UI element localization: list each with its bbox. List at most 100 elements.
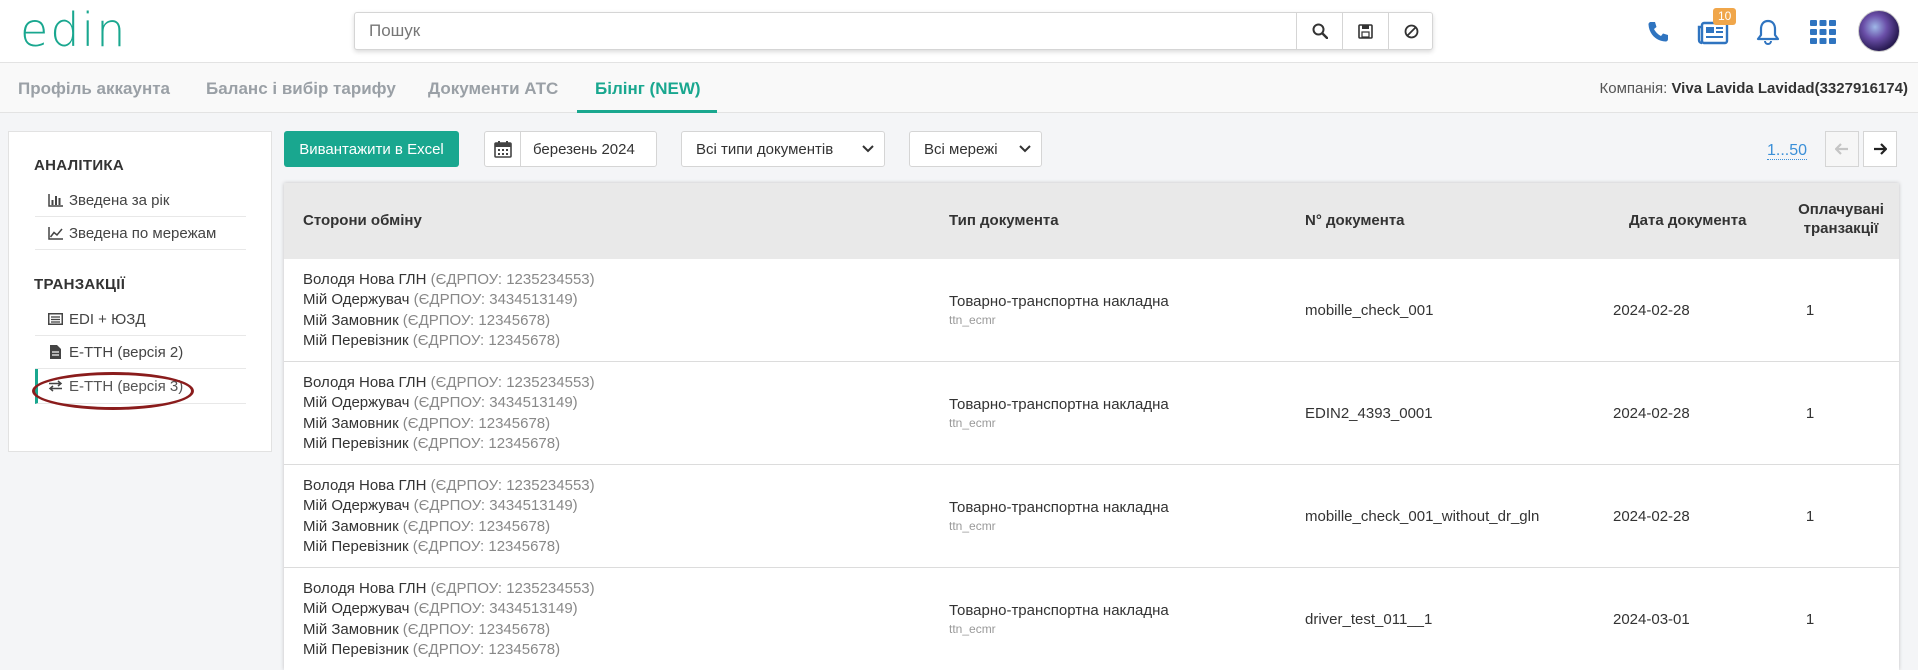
party-code: (ЄДРПОУ: 12345678): [402, 312, 551, 329]
bar-chart-icon: [47, 193, 63, 207]
party-name: Володя Нова ГЛН: [303, 477, 427, 494]
col-header-parties[interactable]: Сторони обміну: [303, 212, 422, 229]
col-header-paid[interactable]: Оплачувані транзакції: [1791, 201, 1891, 237]
party-name: Мій Замовник: [303, 415, 399, 432]
party-code: (ЄДРПОУ: 1235234553): [430, 374, 595, 391]
party-line: Мій Перевізник (ЄДРПОУ: 12345678): [303, 641, 560, 658]
party-line: Мій Перевізник (ЄДРПОУ: 12345678): [303, 435, 560, 452]
export-excel-button[interactable]: Вивантажити в Excel: [284, 131, 459, 167]
doc-number: mobille_check_001_without_dr_gln: [1305, 508, 1540, 525]
doc-subtype: ttn_ecmr: [949, 519, 996, 533]
doc-subtype: ttn_ecmr: [949, 622, 996, 636]
doc-type-filter-select[interactable]: Всі типи документів: [681, 131, 885, 167]
party-line: Мій Замовник (ЄДРПОУ: 12345678): [303, 312, 550, 329]
party-name: Мій Перевізник: [303, 641, 409, 658]
transactions-section-title: ТРАНЗАКЦІЇ: [34, 276, 126, 293]
tab-billing-new[interactable]: Білінг (NEW): [595, 79, 701, 99]
table-row[interactable]: Володя Нова ГЛН (ЄДРПОУ: 1235234553) Мій…: [284, 259, 1899, 362]
user-avatar[interactable]: [1858, 10, 1900, 52]
table-row[interactable]: Володя Нова ГЛН (ЄДРПОУ: 1235234553) Мій…: [284, 362, 1899, 465]
search-input[interactable]: [355, 13, 1296, 49]
next-page-button[interactable]: [1863, 131, 1897, 167]
tab-balance-tariff[interactable]: Баланс і вибір тарифу: [206, 79, 396, 99]
network-filter-select[interactable]: Всі мережі: [909, 131, 1042, 167]
party-code: (ЄДРПОУ: 1235234553): [430, 580, 595, 597]
party-code: (ЄДРПОУ: 3434513149): [413, 497, 578, 514]
account-tabs-bar: Профіль аккаунта Баланс і вибір тарифу Д…: [0, 63, 1918, 113]
doc-type-filter-value: Всі типи документів: [696, 140, 834, 158]
doc-subtype: ttn_ecmr: [949, 416, 996, 430]
table-row[interactable]: Володя Нова ГЛН (ЄДРПОУ: 1235234553) Мій…: [284, 568, 1899, 670]
pagination-range[interactable]: 1...50: [1767, 142, 1808, 160]
network-filter-value: Всі мережі: [924, 140, 998, 158]
party-code: (ЄДРПОУ: 12345678): [412, 332, 561, 349]
save-search-button[interactable]: [1342, 13, 1388, 49]
party-name: Мій Одержувач: [303, 394, 410, 411]
sidebar-item-label: Зведена по мережам: [69, 224, 217, 242]
apps-menu-button[interactable]: [1805, 14, 1841, 50]
edin-logo[interactable]: edin: [20, 10, 165, 54]
top-header: edin Пошук 10: [0, 0, 1918, 63]
tab-ats-documents[interactable]: Документи АТС: [428, 79, 558, 99]
sidebar-item-network-summary[interactable]: Зведена по мережам: [35, 217, 246, 250]
party-code: (ЄДРПОУ: 12345678): [412, 435, 561, 452]
party-code: (ЄДРПОУ: 3434513149): [413, 291, 578, 308]
party-line: Володя Нова ГЛН (ЄДРПОУ: 1235234553): [303, 580, 595, 597]
sidebar-item-ettn-v2[interactable]: Е-ТТН (версія 2): [35, 336, 246, 369]
chevron-down-icon: [1019, 145, 1031, 153]
table-header: Сторони обміну Тип документа N° документ…: [284, 183, 1899, 259]
month-picker[interactable]: березень 2024: [484, 131, 657, 167]
party-name: Мій Перевізник: [303, 435, 409, 452]
party-line: Мій Замовник (ЄДРПОУ: 12345678): [303, 518, 550, 535]
party-code: (ЄДРПОУ: 12345678): [402, 621, 551, 638]
col-header-doc-type[interactable]: Тип документа: [949, 212, 1059, 229]
party-line: Мій Перевізник (ЄДРПОУ: 12345678): [303, 332, 560, 349]
party-line: Мій Замовник (ЄДРПОУ: 12345678): [303, 621, 550, 638]
party-line: Мій Перевізник (ЄДРПОУ: 12345678): [303, 538, 560, 555]
party-name: Мій Перевізник: [303, 538, 409, 555]
col-header-doc-number[interactable]: N° документа: [1305, 212, 1405, 229]
paid-transactions: 1: [1805, 508, 1815, 525]
doc-type: Товарно-транспортна накладна: [949, 499, 1169, 516]
phone-button[interactable]: [1640, 14, 1676, 50]
party-code: (ЄДРПОУ: 3434513149): [413, 600, 578, 617]
sidebar-item-edi-yuzd[interactable]: EDI + ЮЗД: [35, 303, 246, 336]
party-code: (ЄДРПОУ: 12345678): [402, 415, 551, 432]
sidebar-item-label: Зведена за рік: [69, 191, 170, 209]
party-line: Володя Нова ГЛН (ЄДРПОУ: 1235234553): [303, 271, 595, 288]
table-row[interactable]: Володя Нова ГЛН (ЄДРПОУ: 1235234553) Мій…: [284, 465, 1899, 568]
doc-date: 2024-02-28: [1613, 508, 1690, 525]
party-line: Мій Замовник (ЄДРПОУ: 12345678): [303, 415, 550, 432]
notifications-button[interactable]: [1750, 14, 1786, 50]
search-button[interactable]: [1296, 13, 1342, 49]
party-name: Мій Одержувач: [303, 291, 410, 308]
party-name: Володя Нова ГЛН: [303, 271, 427, 288]
party-line: Мій Одержувач (ЄДРПОУ: 3434513149): [303, 497, 578, 514]
list-icon: [47, 312, 63, 326]
prev-page-button[interactable]: [1825, 131, 1859, 167]
party-name: Мій Замовник: [303, 621, 399, 638]
party-line: Мій Одержувач (ЄДРПОУ: 3434513149): [303, 394, 578, 411]
party-code: (ЄДРПОУ: 12345678): [402, 518, 551, 535]
party-name: Мій Замовник: [303, 518, 399, 535]
sidebar-item-label: Е-ТТН (версія 2): [69, 343, 184, 361]
tab-account-profile[interactable]: Профіль аккаунта: [18, 79, 170, 99]
calendar-icon: [485, 132, 521, 166]
month-value: березень 2024: [533, 140, 635, 158]
doc-number: driver_test_011__1: [1305, 611, 1433, 628]
ban-icon: [1404, 24, 1419, 38]
save-icon: [1358, 23, 1373, 39]
sidebar-item-yearly-summary[interactable]: Зведена за рік: [35, 184, 246, 217]
active-tab-indicator: [577, 110, 717, 113]
clear-search-button[interactable]: [1388, 13, 1434, 49]
doc-number: EDIN2_4393_0001: [1305, 405, 1433, 422]
party-name: Мій Одержувач: [303, 497, 410, 514]
analytics-section-title: АНАЛІТИКА: [34, 157, 125, 174]
search-icon: [1312, 23, 1328, 39]
doc-type: Товарно-транспортна накладна: [949, 602, 1169, 619]
doc-date: 2024-02-28: [1613, 405, 1690, 422]
line-chart-icon: [47, 226, 63, 240]
col-header-doc-date[interactable]: Дата документа: [1629, 212, 1746, 229]
doc-type: Товарно-транспортна накладна: [949, 293, 1169, 310]
col-header-paid-line2: транзакції: [1803, 220, 1879, 237]
